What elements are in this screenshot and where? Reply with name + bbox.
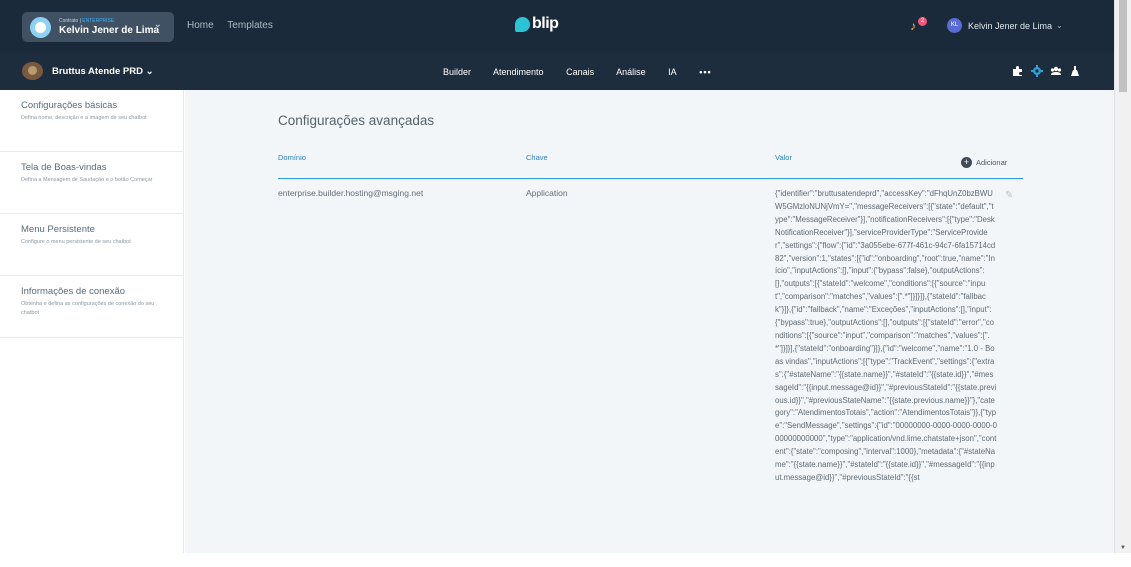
sidebar-item-connection-info[interactable]: Informações de conexão Obtenha e defina … bbox=[0, 276, 183, 338]
vertical-scrollbar[interactable]: ▼ bbox=[1114, 0, 1131, 553]
nav-home-link[interactable]: Home bbox=[187, 20, 214, 31]
sidebar-item-desc: Configure o menu persistente de seu chat… bbox=[21, 239, 131, 245]
chevron-down-icon: ⌄ bbox=[153, 19, 162, 30]
row-key: Application bbox=[526, 188, 568, 198]
sidebar-item-basic-settings[interactable]: Configurações básicas Defina nome, descr… bbox=[0, 90, 183, 152]
scroll-down-arrow-icon[interactable]: ▼ bbox=[1120, 545, 1126, 551]
row-value: {"identifier":"bruttusatendeprd","access… bbox=[775, 189, 997, 482]
bottom-strip bbox=[0, 553, 1131, 567]
app-window: Contrato | ENTERPRISE Kelvin Jener de Li… bbox=[0, 0, 1131, 567]
sidebar-item-desc: Defina nome, descrição e a imagem de seu… bbox=[21, 115, 147, 121]
chevron-down-icon: ⌄ bbox=[145, 66, 154, 77]
page-title: Configurações avançadas bbox=[278, 113, 435, 128]
chevron-down-icon: ⌄ bbox=[1056, 21, 1063, 30]
tab-atendimento[interactable]: Atendimento bbox=[493, 67, 544, 77]
blip-logo-text: blip bbox=[532, 15, 559, 32]
blip-logo[interactable]: blip bbox=[515, 15, 559, 33]
notifications-button[interactable]: ♪ 2 bbox=[910, 17, 927, 33]
sidebar-item-title: Tela de Boas-vindas bbox=[21, 162, 107, 173]
team-icon[interactable] bbox=[1050, 64, 1062, 76]
user-avatar: KL bbox=[947, 18, 962, 33]
scrollbar-thumb[interactable] bbox=[1119, 0, 1127, 92]
edit-pencil-icon[interactable]: ✎ bbox=[1005, 190, 1013, 201]
contract-label: Contrato | ENTERPRISE bbox=[59, 17, 115, 24]
sidebar-item-title: Informações de conexão bbox=[21, 286, 126, 297]
sidebar-item-title: Configurações básicas bbox=[21, 100, 118, 111]
tab-analise[interactable]: Análise bbox=[616, 67, 646, 77]
column-domain-header[interactable]: Domínio bbox=[278, 153, 306, 162]
bell-icon: ♪ bbox=[910, 19, 916, 33]
tab-ia[interactable]: IA bbox=[668, 67, 677, 77]
gear-icon[interactable] bbox=[1031, 64, 1043, 77]
table-header: Domínio Chave Valor + Adicionar bbox=[278, 142, 1023, 179]
top-nav: Home Templates bbox=[187, 20, 284, 31]
row-domain: enterprise.builder.hosting@msging.net bbox=[278, 188, 424, 198]
tab-builder[interactable]: Builder bbox=[443, 67, 471, 77]
column-key-header[interactable]: Chave bbox=[526, 153, 548, 162]
bot-selector[interactable]: Bruttus Atende PRD ⌄ bbox=[52, 66, 154, 77]
notification-badge: 2 bbox=[918, 17, 927, 26]
contract-name: Kelvin Jener de Lima bbox=[59, 24, 160, 36]
top-bar: Contrato | ENTERPRISE Kelvin Jener de Li… bbox=[0, 0, 1114, 52]
plus-icon: + bbox=[961, 157, 972, 168]
nav-templates-link[interactable]: Templates bbox=[227, 20, 273, 31]
more-options-icon[interactable]: ••• bbox=[699, 67, 711, 77]
sidebar-item-welcome-screen[interactable]: Tela de Boas-vindas Defina a Mensagem de… bbox=[0, 152, 183, 214]
add-button[interactable]: + Adicionar bbox=[961, 157, 1007, 168]
user-menu[interactable]: KL Kelvin Jener de Lima ⌄ bbox=[947, 18, 1063, 33]
bot-nav: Builder Atendimento Canais Análise IA ••… bbox=[443, 67, 732, 77]
settings-sidebar: Configurações básicas Defina nome, descr… bbox=[0, 90, 184, 553]
bot-avatar bbox=[22, 62, 43, 80]
flask-icon[interactable] bbox=[1069, 64, 1081, 76]
blip-logo-icon bbox=[515, 16, 530, 32]
bot-bar: Bruttus Atende PRD ⌄ Builder Atendimento… bbox=[0, 52, 1114, 90]
bot-name: Bruttus Atende PRD bbox=[52, 66, 143, 77]
contract-selector[interactable]: Contrato | ENTERPRISE Kelvin Jener de Li… bbox=[22, 12, 174, 42]
sidebar-item-title: Menu Persistente bbox=[21, 224, 95, 235]
contract-tier: ENTERPRISE bbox=[82, 17, 115, 24]
column-value-header[interactable]: Valor bbox=[775, 153, 792, 162]
add-button-label: Adicionar bbox=[976, 158, 1008, 167]
advanced-settings-panel: Configurações avançadas Domínio Chave Va… bbox=[185, 90, 1114, 553]
sidebar-item-desc: Obtenha e defina as configurações de con… bbox=[21, 301, 155, 316]
puzzle-icon[interactable] bbox=[1012, 64, 1024, 76]
bot-toolbar bbox=[1012, 64, 1088, 77]
sidebar-item-persistent-menu[interactable]: Menu Persistente Configure o menu persis… bbox=[0, 214, 183, 276]
tab-canais[interactable]: Canais bbox=[566, 67, 594, 77]
contract-avatar-icon bbox=[30, 16, 51, 38]
sidebar-item-desc: Defina a Mensagem de Saudação e o botão … bbox=[21, 177, 153, 183]
user-name: Kelvin Jener de Lima bbox=[968, 20, 1053, 31]
